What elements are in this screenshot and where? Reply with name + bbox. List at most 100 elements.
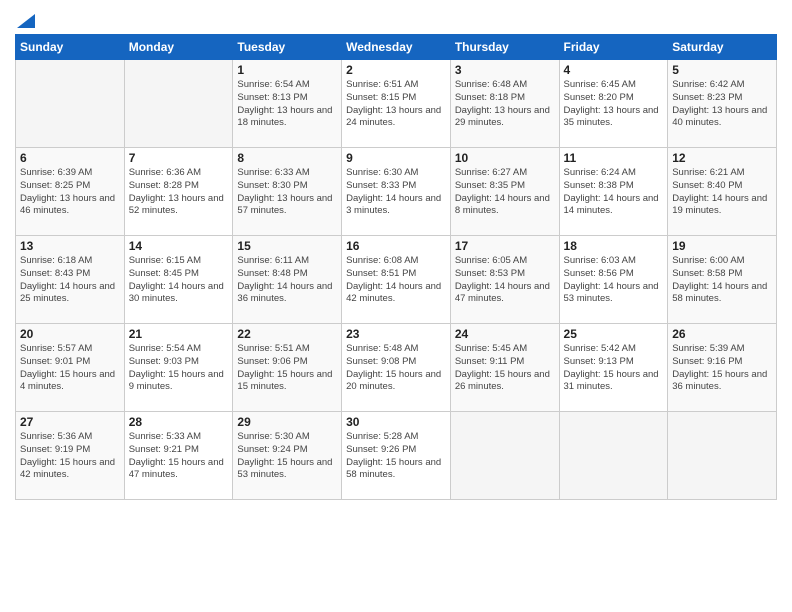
week-row-2: 6 Sunrise: 6:39 AMSunset: 8:25 PMDayligh… xyxy=(16,148,777,236)
day-cell: 3 Sunrise: 6:48 AMSunset: 8:18 PMDayligh… xyxy=(450,60,559,148)
day-cell: 10 Sunrise: 6:27 AMSunset: 8:35 PMDaylig… xyxy=(450,148,559,236)
weekday-friday: Friday xyxy=(559,35,668,60)
day-info: Sunrise: 5:33 AMSunset: 9:21 PMDaylight:… xyxy=(129,431,229,482)
day-number: 2 xyxy=(346,63,446,77)
day-cell: 1 Sunrise: 6:54 AMSunset: 8:13 PMDayligh… xyxy=(233,60,342,148)
day-number: 29 xyxy=(237,415,337,429)
day-info: Sunrise: 6:27 AMSunset: 8:35 PMDaylight:… xyxy=(455,167,555,218)
day-cell: 14 Sunrise: 6:15 AMSunset: 8:45 PMDaylig… xyxy=(124,236,233,324)
day-cell xyxy=(668,412,777,500)
day-number: 7 xyxy=(129,151,229,165)
day-cell xyxy=(124,60,233,148)
day-info: Sunrise: 6:15 AMSunset: 8:45 PMDaylight:… xyxy=(129,255,229,306)
day-info: Sunrise: 6:33 AMSunset: 8:30 PMDaylight:… xyxy=(237,167,337,218)
weekday-wednesday: Wednesday xyxy=(342,35,451,60)
weekday-monday: Monday xyxy=(124,35,233,60)
day-cell: 12 Sunrise: 6:21 AMSunset: 8:40 PMDaylig… xyxy=(668,148,777,236)
day-cell: 4 Sunrise: 6:45 AMSunset: 8:20 PMDayligh… xyxy=(559,60,668,148)
day-info: Sunrise: 5:30 AMSunset: 9:24 PMDaylight:… xyxy=(237,431,337,482)
day-cell: 21 Sunrise: 5:54 AMSunset: 9:03 PMDaylig… xyxy=(124,324,233,412)
day-cell: 13 Sunrise: 6:18 AMSunset: 8:43 PMDaylig… xyxy=(16,236,125,324)
weekday-sunday: Sunday xyxy=(16,35,125,60)
day-number: 5 xyxy=(672,63,772,77)
day-cell: 22 Sunrise: 5:51 AMSunset: 9:06 PMDaylig… xyxy=(233,324,342,412)
day-number: 22 xyxy=(237,327,337,341)
day-info: Sunrise: 5:42 AMSunset: 9:13 PMDaylight:… xyxy=(564,343,664,394)
day-info: Sunrise: 6:51 AMSunset: 8:15 PMDaylight:… xyxy=(346,79,446,130)
day-number: 3 xyxy=(455,63,555,77)
day-cell: 30 Sunrise: 5:28 AMSunset: 9:26 PMDaylig… xyxy=(342,412,451,500)
day-number: 23 xyxy=(346,327,446,341)
day-cell: 5 Sunrise: 6:42 AMSunset: 8:23 PMDayligh… xyxy=(668,60,777,148)
day-info: Sunrise: 5:28 AMSunset: 9:26 PMDaylight:… xyxy=(346,431,446,482)
day-info: Sunrise: 6:45 AMSunset: 8:20 PMDaylight:… xyxy=(564,79,664,130)
day-info: Sunrise: 5:48 AMSunset: 9:08 PMDaylight:… xyxy=(346,343,446,394)
day-number: 13 xyxy=(20,239,120,253)
weekday-thursday: Thursday xyxy=(450,35,559,60)
day-cell: 8 Sunrise: 6:33 AMSunset: 8:30 PMDayligh… xyxy=(233,148,342,236)
day-cell: 24 Sunrise: 5:45 AMSunset: 9:11 PMDaylig… xyxy=(450,324,559,412)
day-cell: 18 Sunrise: 6:03 AMSunset: 8:56 PMDaylig… xyxy=(559,236,668,324)
day-cell: 2 Sunrise: 6:51 AMSunset: 8:15 PMDayligh… xyxy=(342,60,451,148)
day-number: 12 xyxy=(672,151,772,165)
day-cell: 28 Sunrise: 5:33 AMSunset: 9:21 PMDaylig… xyxy=(124,412,233,500)
week-row-3: 13 Sunrise: 6:18 AMSunset: 8:43 PMDaylig… xyxy=(16,236,777,324)
day-cell xyxy=(559,412,668,500)
day-number: 10 xyxy=(455,151,555,165)
day-info: Sunrise: 6:11 AMSunset: 8:48 PMDaylight:… xyxy=(237,255,337,306)
day-number: 24 xyxy=(455,327,555,341)
day-cell: 9 Sunrise: 6:30 AMSunset: 8:33 PMDayligh… xyxy=(342,148,451,236)
day-number: 17 xyxy=(455,239,555,253)
page: SundayMondayTuesdayWednesdayThursdayFrid… xyxy=(0,0,792,510)
weekday-header-row: SundayMondayTuesdayWednesdayThursdayFrid… xyxy=(16,35,777,60)
day-info: Sunrise: 6:21 AMSunset: 8:40 PMDaylight:… xyxy=(672,167,772,218)
day-info: Sunrise: 6:24 AMSunset: 8:38 PMDaylight:… xyxy=(564,167,664,218)
day-number: 15 xyxy=(237,239,337,253)
day-info: Sunrise: 6:18 AMSunset: 8:43 PMDaylight:… xyxy=(20,255,120,306)
day-cell xyxy=(450,412,559,500)
day-number: 20 xyxy=(20,327,120,341)
logo-icon xyxy=(17,10,35,28)
day-number: 8 xyxy=(237,151,337,165)
day-info: Sunrise: 6:30 AMSunset: 8:33 PMDaylight:… xyxy=(346,167,446,218)
day-info: Sunrise: 6:36 AMSunset: 8:28 PMDaylight:… xyxy=(129,167,229,218)
week-row-1: 1 Sunrise: 6:54 AMSunset: 8:13 PMDayligh… xyxy=(16,60,777,148)
weekday-saturday: Saturday xyxy=(668,35,777,60)
day-info: Sunrise: 6:08 AMSunset: 8:51 PMDaylight:… xyxy=(346,255,446,306)
week-row-5: 27 Sunrise: 5:36 AMSunset: 9:19 PMDaylig… xyxy=(16,412,777,500)
day-info: Sunrise: 6:03 AMSunset: 8:56 PMDaylight:… xyxy=(564,255,664,306)
day-info: Sunrise: 6:00 AMSunset: 8:58 PMDaylight:… xyxy=(672,255,772,306)
day-info: Sunrise: 6:39 AMSunset: 8:25 PMDaylight:… xyxy=(20,167,120,218)
day-cell: 17 Sunrise: 6:05 AMSunset: 8:53 PMDaylig… xyxy=(450,236,559,324)
day-info: Sunrise: 5:54 AMSunset: 9:03 PMDaylight:… xyxy=(129,343,229,394)
day-number: 9 xyxy=(346,151,446,165)
day-info: Sunrise: 6:54 AMSunset: 8:13 PMDaylight:… xyxy=(237,79,337,130)
calendar-table: SundayMondayTuesdayWednesdayThursdayFrid… xyxy=(15,34,777,500)
day-number: 4 xyxy=(564,63,664,77)
day-cell: 19 Sunrise: 6:00 AMSunset: 8:58 PMDaylig… xyxy=(668,236,777,324)
day-info: Sunrise: 5:51 AMSunset: 9:06 PMDaylight:… xyxy=(237,343,337,394)
day-info: Sunrise: 5:57 AMSunset: 9:01 PMDaylight:… xyxy=(20,343,120,394)
day-number: 1 xyxy=(237,63,337,77)
day-info: Sunrise: 6:42 AMSunset: 8:23 PMDaylight:… xyxy=(672,79,772,130)
day-number: 18 xyxy=(564,239,664,253)
header xyxy=(15,10,777,28)
day-number: 26 xyxy=(672,327,772,341)
day-number: 30 xyxy=(346,415,446,429)
weekday-tuesday: Tuesday xyxy=(233,35,342,60)
logo xyxy=(15,10,35,28)
day-info: Sunrise: 5:45 AMSunset: 9:11 PMDaylight:… xyxy=(455,343,555,394)
day-cell: 23 Sunrise: 5:48 AMSunset: 9:08 PMDaylig… xyxy=(342,324,451,412)
day-number: 27 xyxy=(20,415,120,429)
day-number: 21 xyxy=(129,327,229,341)
week-row-4: 20 Sunrise: 5:57 AMSunset: 9:01 PMDaylig… xyxy=(16,324,777,412)
day-cell: 20 Sunrise: 5:57 AMSunset: 9:01 PMDaylig… xyxy=(16,324,125,412)
day-cell: 26 Sunrise: 5:39 AMSunset: 9:16 PMDaylig… xyxy=(668,324,777,412)
day-number: 11 xyxy=(564,151,664,165)
day-info: Sunrise: 5:39 AMSunset: 9:16 PMDaylight:… xyxy=(672,343,772,394)
day-number: 19 xyxy=(672,239,772,253)
day-info: Sunrise: 5:36 AMSunset: 9:19 PMDaylight:… xyxy=(20,431,120,482)
day-info: Sunrise: 6:48 AMSunset: 8:18 PMDaylight:… xyxy=(455,79,555,130)
day-cell: 29 Sunrise: 5:30 AMSunset: 9:24 PMDaylig… xyxy=(233,412,342,500)
day-number: 14 xyxy=(129,239,229,253)
